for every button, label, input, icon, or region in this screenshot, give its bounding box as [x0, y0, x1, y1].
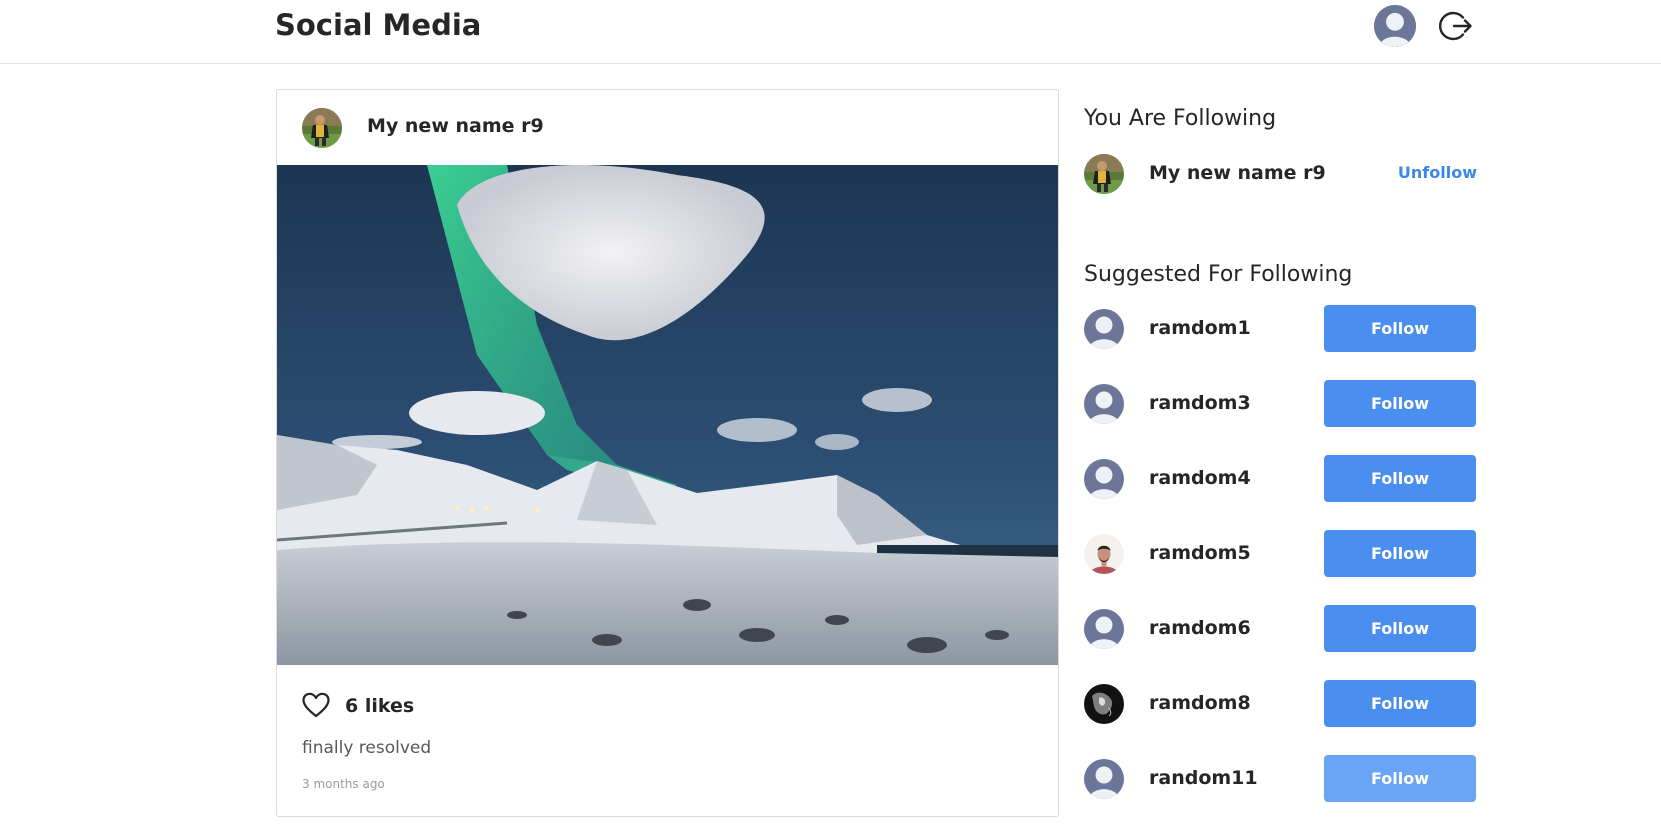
- following-avatar[interactable]: [1084, 154, 1124, 194]
- default-avatar-icon[interactable]: [1084, 384, 1124, 424]
- suggested-item: ramdom1 Follow: [1084, 305, 1477, 353]
- author-avatar[interactable]: [302, 108, 342, 148]
- suggested-item: ramdom4 Follow: [1084, 455, 1477, 503]
- suggested-name[interactable]: ramdom4: [1149, 467, 1251, 489]
- follow-button[interactable]: Follow: [1324, 680, 1476, 727]
- suggested-item: ramdom6 Follow: [1084, 605, 1477, 653]
- default-avatar-icon[interactable]: [1084, 459, 1124, 499]
- post-author[interactable]: My new name r9: [367, 115, 544, 137]
- user-photo-avatar[interactable]: [1084, 534, 1124, 574]
- sidebar: You Are Following My new name r9 Unfollo…: [1084, 0, 1477, 828]
- follow-button[interactable]: Follow: [1324, 530, 1476, 577]
- suggested-item: ramdom3 Follow: [1084, 380, 1477, 428]
- user-photo-avatar[interactable]: [1084, 684, 1124, 724]
- suggested-item: ramdom8 Follow: [1084, 680, 1477, 728]
- unfollow-button[interactable]: Unfollow: [1398, 163, 1477, 182]
- suggested-name[interactable]: ramdom8: [1149, 692, 1251, 714]
- suggested-name[interactable]: ramdom5: [1149, 542, 1251, 564]
- suggested-name[interactable]: ramdom3: [1149, 392, 1251, 414]
- suggested-name[interactable]: random11: [1149, 767, 1258, 789]
- suggested-heading: Suggested For Following: [1084, 262, 1353, 287]
- follow-button[interactable]: Follow: [1324, 455, 1476, 502]
- following-name[interactable]: My new name r9: [1149, 162, 1326, 184]
- post-caption: finally resolved: [302, 738, 432, 758]
- default-avatar-icon[interactable]: [1084, 609, 1124, 649]
- suggested-name[interactable]: ramdom1: [1149, 317, 1251, 339]
- like-count: 6 likes: [345, 695, 415, 717]
- suggested-item: ramdom5 Follow: [1084, 530, 1477, 578]
- following-heading: You Are Following: [1084, 106, 1277, 131]
- post-card: My new name r9 6 likes finally resolved …: [276, 89, 1059, 817]
- heart-icon[interactable]: [302, 692, 330, 718]
- brand-title[interactable]: Social Media: [275, 8, 481, 42]
- post-timestamp: 3 months ago: [302, 777, 385, 791]
- follow-button[interactable]: Follow: [1324, 305, 1476, 352]
- default-avatar-icon[interactable]: [1084, 309, 1124, 349]
- follow-button[interactable]: Follow: [1324, 755, 1476, 802]
- follow-button[interactable]: Follow: [1324, 605, 1476, 652]
- post-image: [277, 165, 1058, 665]
- suggested-name[interactable]: ramdom6: [1149, 617, 1251, 639]
- suggested-item: random11 Follow: [1084, 755, 1477, 803]
- default-avatar-icon[interactable]: [1084, 759, 1124, 799]
- following-item: My new name r9 Unfollow: [1084, 150, 1477, 198]
- post-header: My new name r9: [277, 90, 1058, 165]
- follow-button[interactable]: Follow: [1324, 380, 1476, 427]
